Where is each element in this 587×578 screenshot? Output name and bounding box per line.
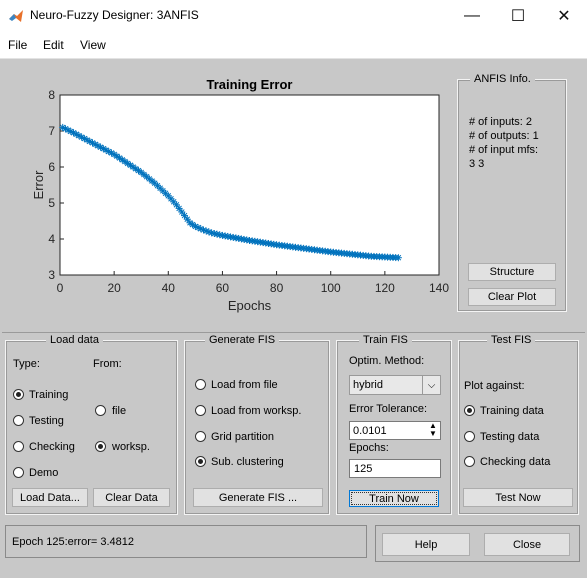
status-text: Epoch 125:error= 3.4812 bbox=[12, 536, 135, 548]
y-tick-label: 4 bbox=[48, 232, 55, 246]
from-file-radio[interactable] bbox=[95, 405, 106, 416]
type-label: Type: bbox=[13, 358, 40, 370]
y-tick-label: 7 bbox=[48, 124, 55, 138]
menu-file[interactable]: File bbox=[8, 38, 27, 52]
structure-button[interactable]: Structure bbox=[468, 263, 556, 281]
plot-checking-label: Checking data bbox=[480, 456, 551, 468]
plot-testing-radio[interactable] bbox=[464, 431, 475, 442]
y-tick-label: 6 bbox=[48, 160, 55, 174]
test-fis-title: Test FIS bbox=[487, 334, 536, 346]
x-tick-label: 120 bbox=[375, 281, 395, 295]
y-axis-label: Error bbox=[31, 170, 46, 200]
clear-data-button[interactable]: Clear Data bbox=[93, 488, 170, 507]
type-training-label: Training bbox=[29, 389, 69, 401]
type-checking-label: Checking bbox=[29, 441, 75, 453]
load-from-file-radio[interactable] bbox=[195, 379, 206, 390]
train-now-button[interactable]: Train Now bbox=[349, 490, 439, 507]
type-demo-label: Demo bbox=[29, 467, 59, 479]
plot-training-label: Training data bbox=[480, 405, 544, 417]
chart-svg: 0 20 40 60 80 100 120 140 3 4 5 6 7 8 Training Error Ep… bbox=[31, 77, 449, 313]
from-label: From: bbox=[93, 358, 122, 370]
load-data-panel: Load data Type: From: Training Testing C… bbox=[5, 334, 178, 515]
x-tick-label: 80 bbox=[270, 281, 284, 295]
y-tick-label: 3 bbox=[48, 268, 55, 282]
epochs-input[interactable]: 125 bbox=[349, 459, 441, 478]
help-button[interactable]: Help bbox=[382, 533, 470, 556]
menu-edit[interactable]: Edit bbox=[43, 38, 64, 52]
optim-method-select[interactable]: hybrid ⌵ bbox=[349, 375, 441, 395]
close-button[interactable]: Close bbox=[484, 533, 570, 556]
info-mfs-values: 3 3 bbox=[469, 158, 485, 170]
x-tick-label: 40 bbox=[162, 281, 176, 295]
generate-fis-panel: Generate FIS Load from file Load from wo… bbox=[184, 334, 330, 515]
load-from-file-label: Load from file bbox=[211, 379, 278, 391]
from-workspace-radio[interactable] bbox=[95, 441, 106, 452]
epochs-label: Epochs: bbox=[349, 442, 389, 454]
y-tick-label: 8 bbox=[48, 88, 55, 102]
menu-view[interactable]: View bbox=[80, 38, 106, 52]
from-workspace-label: worksp. bbox=[112, 441, 150, 453]
error-tolerance-spinner[interactable]: 0.0101 ▲ ▼ bbox=[349, 421, 441, 440]
clear-plot-button[interactable]: Clear Plot bbox=[468, 288, 556, 306]
info-outputs: # of outputs: 1 bbox=[469, 130, 539, 142]
grid-partition-radio[interactable] bbox=[195, 431, 206, 442]
grid-partition-label: Grid partition bbox=[211, 431, 274, 443]
x-tick-label: 0 bbox=[57, 281, 64, 295]
designer-workspace: 0 20 40 60 80 100 120 140 3 4 5 6 7 8 Training Error Ep… bbox=[0, 59, 587, 578]
load-data-button[interactable]: Load Data... bbox=[12, 488, 88, 507]
type-testing-label: Testing bbox=[29, 415, 64, 427]
error-tolerance-value: 0.0101 bbox=[353, 425, 387, 437]
x-tick-label: 140 bbox=[429, 281, 449, 295]
plot-against-label: Plot against: bbox=[464, 380, 525, 392]
chevron-down-icon: ⌵ bbox=[422, 376, 440, 394]
window-title: Neuro-Fuzzy Designer: 3ANFIS bbox=[30, 8, 199, 22]
plot-area bbox=[59, 94, 440, 276]
load-from-workspace-label: Load from worksp. bbox=[211, 405, 302, 417]
x-tick-label: 20 bbox=[107, 281, 121, 295]
type-testing-radio[interactable] bbox=[13, 415, 24, 426]
chart-title: Training Error bbox=[207, 77, 293, 92]
optim-method-value: hybrid bbox=[353, 379, 383, 391]
type-checking-radio[interactable] bbox=[13, 441, 24, 452]
minimize-button[interactable]: — bbox=[449, 0, 495, 32]
from-file-label: file bbox=[112, 405, 127, 417]
anfis-info-title: ANFIS Info. bbox=[470, 73, 535, 85]
status-box: Epoch 125:error= 3.4812 bbox=[5, 525, 367, 558]
training-error-chart: 0 20 40 60 80 100 120 140 3 4 5 6 7 8 Training Error Ep… bbox=[0, 59, 450, 321]
train-fis-panel: Train FIS Optim. Method: hybrid ⌵ Error … bbox=[336, 334, 452, 515]
info-inputs: # of inputs: 2 bbox=[469, 116, 532, 128]
menu-bar: File Edit View bbox=[0, 32, 587, 59]
error-tolerance-label: Error Tolerance: bbox=[349, 403, 428, 415]
x-tick-label: 100 bbox=[321, 281, 341, 295]
spinner-arrows-icon[interactable]: ▲ ▼ bbox=[428, 422, 438, 439]
generate-fis-button[interactable]: Generate FIS ... bbox=[193, 488, 323, 507]
action-buttons-frame: Help Close bbox=[375, 525, 580, 562]
y-tick-label: 5 bbox=[48, 196, 55, 210]
load-data-title: Load data bbox=[46, 334, 103, 346]
plot-training-radio[interactable] bbox=[464, 405, 475, 416]
x-axis-label: Epochs bbox=[228, 298, 272, 313]
optim-method-label: Optim. Method: bbox=[349, 355, 425, 367]
anfis-info-panel: ANFIS Info. # of inputs: 2 # of outputs:… bbox=[457, 73, 567, 312]
sub-clustering-label: Sub. clustering bbox=[211, 456, 284, 468]
info-input-mfs: # of input mfs: bbox=[469, 144, 539, 156]
load-from-workspace-radio[interactable] bbox=[195, 405, 206, 416]
generate-fis-title: Generate FIS bbox=[205, 334, 280, 346]
plot-checking-radio[interactable] bbox=[464, 456, 475, 467]
test-now-button[interactable]: Test Now bbox=[463, 488, 573, 507]
close-window-button[interactable]: ✕ bbox=[541, 0, 587, 32]
sub-clustering-radio[interactable] bbox=[195, 456, 206, 467]
x-tick-label: 60 bbox=[216, 281, 230, 295]
plot-testing-label: Testing data bbox=[480, 431, 540, 443]
test-fis-panel: Test FIS Plot against: Training data Tes… bbox=[458, 334, 579, 515]
title-bar: Neuro-Fuzzy Designer: 3ANFIS — ☐ ✕ bbox=[0, 0, 587, 32]
maximize-button[interactable]: ☐ bbox=[495, 0, 541, 32]
train-fis-title: Train FIS bbox=[359, 334, 412, 346]
type-training-radio[interactable] bbox=[13, 389, 24, 400]
matlab-logo-icon bbox=[9, 10, 23, 22]
type-demo-radio[interactable] bbox=[13, 467, 24, 478]
